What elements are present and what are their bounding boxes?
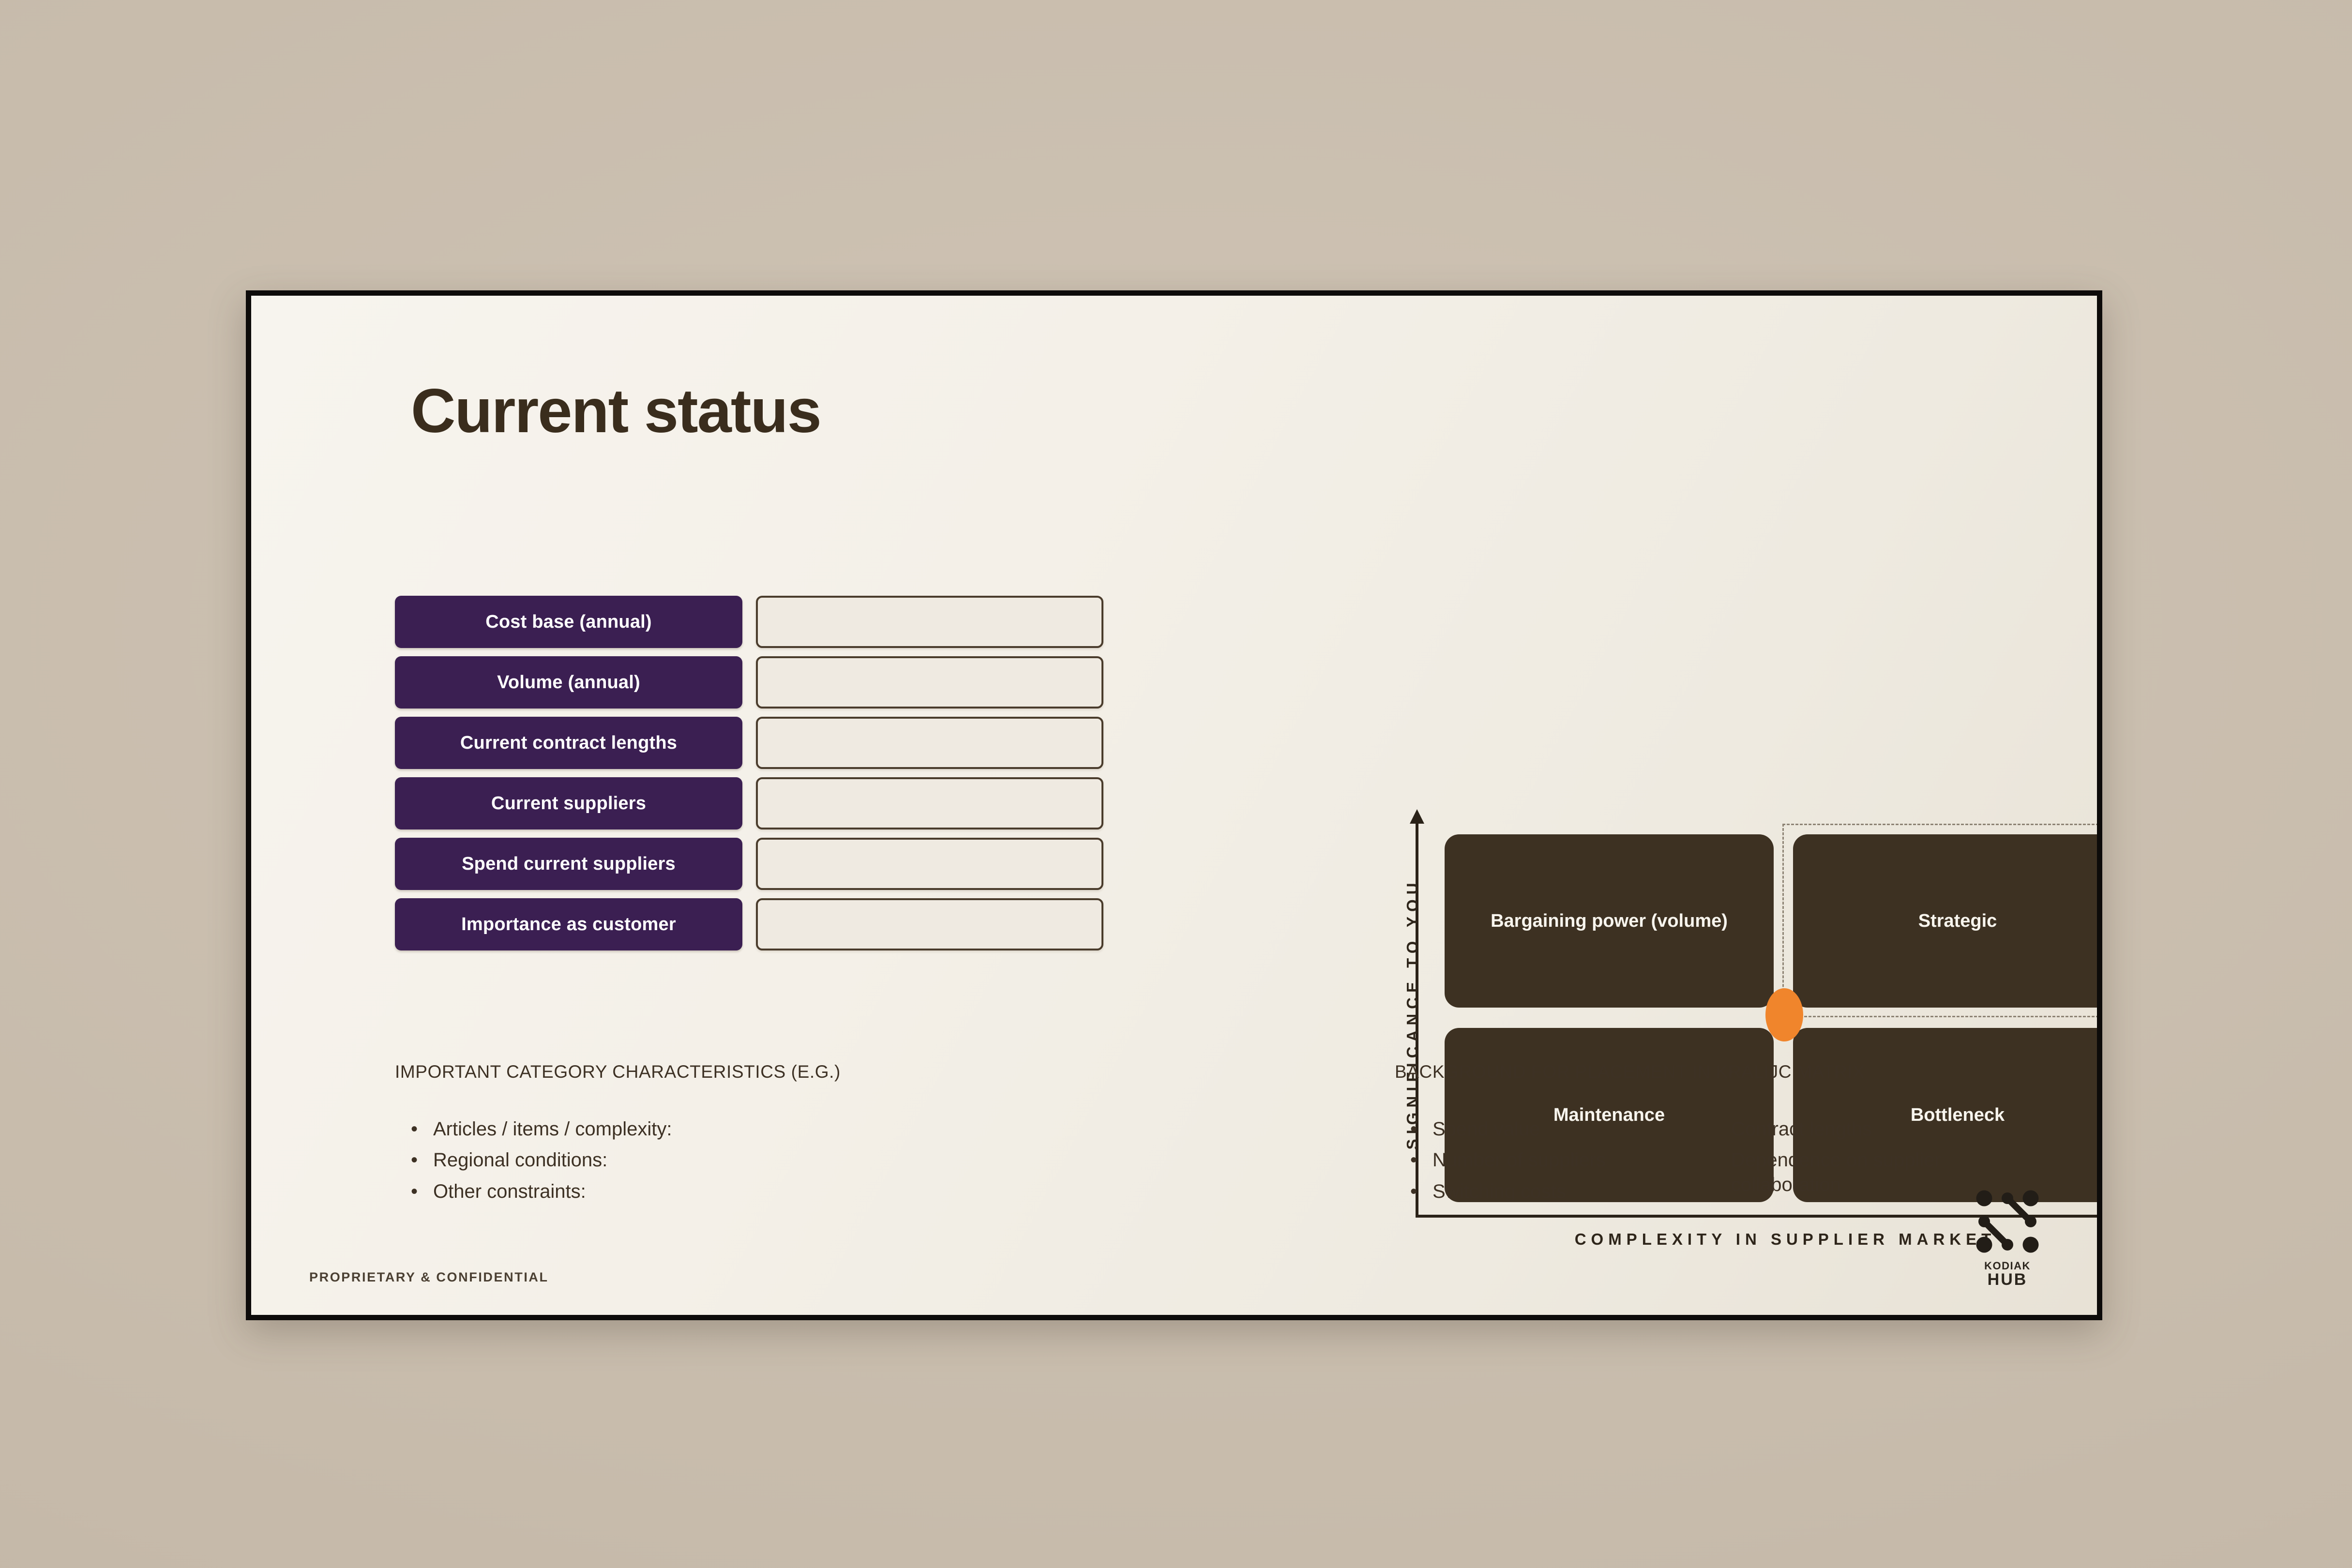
- bullet-icon: •: [1410, 1149, 1417, 1171]
- list-item-label: Articles / items / complexity:: [433, 1118, 672, 1140]
- slide-frame: Current status Cost base (annual) Volume…: [246, 290, 2102, 1320]
- list-item-label: Switching costs: [1432, 1180, 1566, 1202]
- quadrant-bargaining-power[interactable]: Bargaining power (volume): [1445, 834, 1774, 1008]
- category-characteristics-form: Cost base (annual) Volume (annual) Curre…: [395, 596, 1111, 959]
- form-row: Current suppliers: [395, 777, 1111, 829]
- bullet-icon: •: [411, 1149, 418, 1171]
- brand-logo: KODIAK HUB: [1971, 1185, 2044, 1288]
- bullet-icon: •: [411, 1180, 418, 1202]
- list-item: • Articles / items / complexity:: [411, 1117, 846, 1141]
- list-item: • Spend value: [1410, 1117, 1710, 1141]
- quadrant-strategic[interactable]: Strategic: [1793, 834, 2097, 1008]
- form-row: Spend current suppliers: [395, 838, 1111, 890]
- left-section-heading: IMPORTANT CATEGORY CHARACTERISTICS (E.G.…: [395, 1062, 841, 1082]
- list-item: • Regional conditions:: [411, 1148, 846, 1172]
- list-item-label: Regional conditions:: [433, 1149, 608, 1171]
- bullet-icon: •: [1410, 1180, 1417, 1202]
- list-item: • Other constraints:: [411, 1179, 846, 1204]
- list-item: Dependence on supplier collaboration: [1709, 1148, 2009, 1197]
- page-title: Current status: [411, 377, 822, 446]
- form-row: Current contract lengths: [395, 717, 1111, 769]
- form-row: Cost base (annual): [395, 596, 1111, 648]
- form-label-current-suppliers: Current suppliers: [395, 777, 742, 829]
- form-input-volume[interactable]: [756, 656, 1103, 709]
- list-item-label: Other constraints:: [433, 1180, 586, 1202]
- confidentiality-note: PROPRIETARY & CONFIDENTIAL: [309, 1270, 549, 1284]
- brand-name-top: KODIAK: [1984, 1260, 2031, 1272]
- bullet-icon: •: [1410, 1118, 1417, 1140]
- list-item: • Number of suppliers: [1410, 1148, 1710, 1172]
- form-input-spend-current-suppliers[interactable]: [756, 838, 1103, 890]
- list-item-label: Dependence on supplier collaboration: [1731, 1149, 1941, 1195]
- form-label-contract-lengths: Current contract lengths: [395, 717, 742, 769]
- bullet-icon: •: [411, 1118, 418, 1140]
- list-item-label: Contract lengths: [1731, 1118, 1872, 1140]
- form-input-importance-as-customer[interactable]: [756, 898, 1103, 950]
- form-input-current-suppliers[interactable]: [756, 777, 1103, 829]
- form-label-spend-current-suppliers: Spend current suppliers: [395, 838, 742, 890]
- form-row: Importance as customer: [395, 898, 1111, 950]
- form-label-volume: Volume (annual): [395, 656, 742, 709]
- form-input-cost-base[interactable]: [756, 596, 1103, 648]
- list-item: • Switching costs: [1410, 1179, 1710, 1204]
- y-axis-arrow-icon: [1410, 809, 1424, 824]
- slide-canvas: Current status Cost base (annual) Volume…: [251, 296, 2097, 1315]
- right-bullet-list-column-2: Contract lengths Dependence on supplier …: [1709, 1117, 2009, 1204]
- right-section-heading: BACKGROUND FOR PLACEMENT IN KRALIJC MATR…: [1395, 1062, 1865, 1082]
- list-item-label: Spend value: [1432, 1118, 1540, 1140]
- form-input-contract-lengths[interactable]: [756, 717, 1103, 769]
- brand-name-bottom: HUB: [1987, 1270, 2028, 1289]
- list-item-label: Number of suppliers: [1432, 1149, 1606, 1171]
- kodiak-hub-mark-icon: [1976, 1190, 2039, 1253]
- form-label-cost-base: Cost base (annual): [395, 596, 742, 648]
- form-row: Volume (annual): [395, 656, 1111, 709]
- right-bullet-list-column-1: • Spend value • Number of suppliers • Sw…: [1410, 1117, 1710, 1210]
- form-label-importance-as-customer: Importance as customer: [395, 898, 742, 950]
- left-bullet-list: • Articles / items / complexity: • Regio…: [411, 1117, 846, 1210]
- placement-marker-dot[interactable]: [1765, 988, 1803, 1041]
- list-item: Contract lengths: [1709, 1117, 2009, 1141]
